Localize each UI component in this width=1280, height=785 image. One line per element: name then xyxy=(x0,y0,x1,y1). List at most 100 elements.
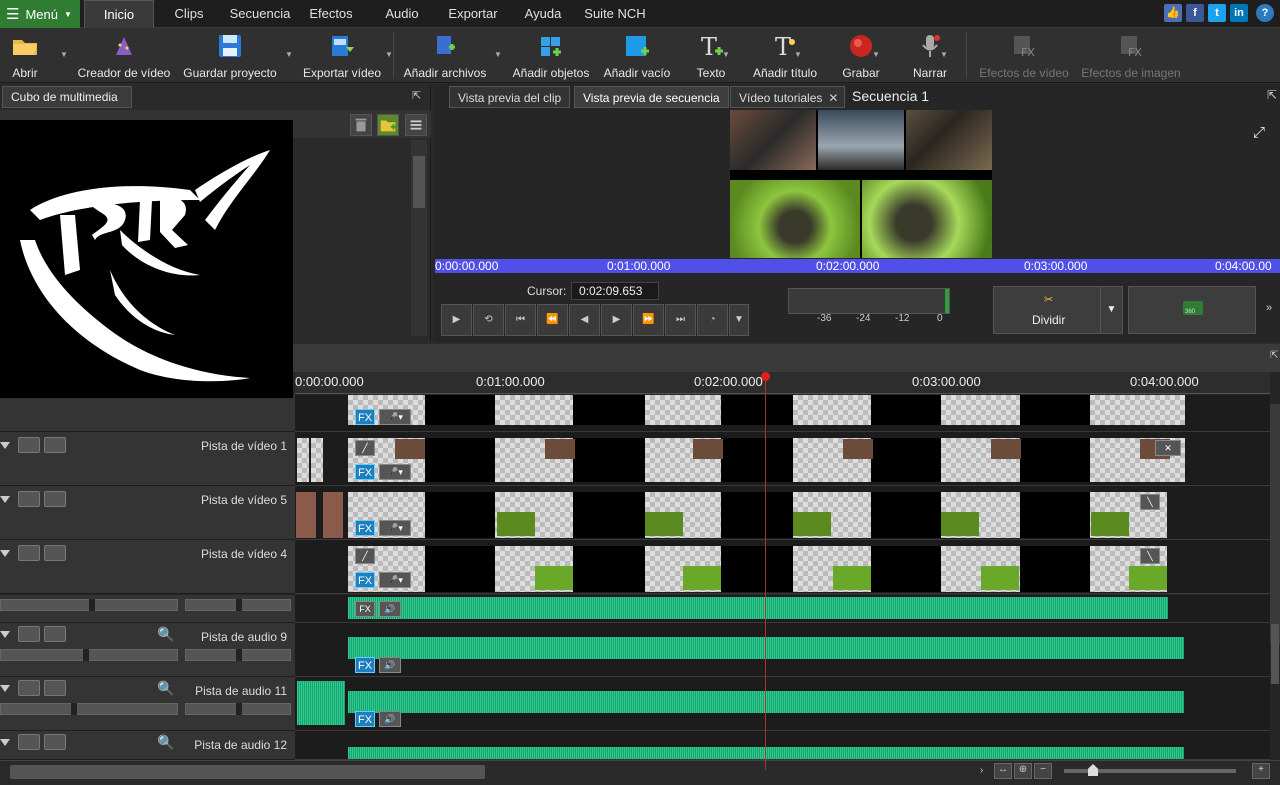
fit-icon[interactable]: ↔ xyxy=(994,763,1012,779)
chevron-down-icon[interactable]: ▼ xyxy=(60,50,68,59)
microphone-icon[interactable]: 🎤▾ xyxy=(379,520,411,536)
timeline-horizontal-scrollbar[interactable] xyxy=(10,765,485,779)
playhead-marker[interactable] xyxy=(761,372,770,381)
tab-ayuda[interactable]: Ayuda xyxy=(522,0,564,28)
track-options-icon[interactable] xyxy=(44,734,66,750)
track-options-icon[interactable] xyxy=(44,437,66,453)
split-button[interactable]: ✂ Dividir ▼ xyxy=(993,286,1123,334)
audio-waveform[interactable] xyxy=(348,597,1168,619)
volume-slider[interactable] xyxy=(0,703,178,715)
tab-suite-nch[interactable]: Suite NCH xyxy=(582,0,648,28)
360-view-button[interactable]: 360 xyxy=(1128,286,1256,334)
speaker-icon[interactable] xyxy=(18,626,40,642)
track-options-icon[interactable] xyxy=(44,545,66,561)
transition-cross-icon[interactable]: ✕ xyxy=(1155,440,1181,456)
audio-waveform[interactable] xyxy=(297,681,345,725)
speaker-icon[interactable]: 🔊 xyxy=(379,601,401,617)
fx-badge[interactable]: FX xyxy=(355,572,375,588)
step-back-icon[interactable]: ◀ xyxy=(569,304,600,336)
next-clip-icon[interactable]: ⏩ xyxy=(633,304,664,336)
cursor-time-field[interactable]: 0:02:09.653 xyxy=(571,282,659,300)
pin-icon[interactable]: ⇱ xyxy=(1270,350,1278,361)
timeline-vertical-scrollbar[interactable] xyxy=(1270,404,1280,684)
undock-icon[interactable]: ⇱ xyxy=(1267,88,1277,102)
microphone-icon[interactable]: 🎤▾ xyxy=(379,409,411,425)
fx-badge[interactable]: FX xyxy=(355,601,375,617)
audio-waveform[interactable] xyxy=(348,691,1184,713)
video-creator-button[interactable]: Creador de vídeo xyxy=(74,28,174,83)
fullscreen-icon[interactable]: ⤢ xyxy=(1253,124,1265,141)
add-files-button[interactable]: Añadir archivos xyxy=(398,28,492,83)
collapse-icon[interactable] xyxy=(0,496,10,503)
narrate-button[interactable]: Narrar xyxy=(904,28,956,83)
track-options-icon[interactable] xyxy=(44,626,66,642)
volume-slider[interactable] xyxy=(0,649,178,661)
video-clip[interactable] xyxy=(495,395,573,425)
transition-icon[interactable]: ╱ xyxy=(355,548,375,564)
track-options-icon[interactable] xyxy=(44,680,66,696)
chevron-down-icon[interactable]: ▼ xyxy=(722,50,730,59)
tab-secuencia[interactable]: Secuencia xyxy=(228,0,292,28)
speaker-icon[interactable]: 🔊 xyxy=(379,711,401,727)
transition-icon[interactable]: ╲ xyxy=(1140,494,1160,510)
tab-clip-preview[interactable]: Vista previa del clip xyxy=(449,86,571,108)
speed-icon[interactable]: ◔ xyxy=(697,304,728,336)
loop-icon[interactable]: ⟲ xyxy=(473,304,504,336)
audio-waveform[interactable] xyxy=(348,637,1184,659)
main-menu-button[interactable]: ☰ Menú ▼ xyxy=(0,0,80,28)
zoom-in-icon[interactable]: + xyxy=(1252,763,1270,779)
volume-slider[interactable] xyxy=(0,599,178,611)
microphone-icon[interactable]: 🎤▾ xyxy=(379,464,411,480)
chevron-down-icon[interactable]: ▼ xyxy=(729,304,749,336)
chevron-right-icon[interactable]: › xyxy=(980,765,983,776)
zoom-slider[interactable] xyxy=(1064,764,1236,776)
zoom-icon[interactable]: 🔍 xyxy=(157,734,174,751)
chevron-down-icon[interactable]: ▼ xyxy=(285,50,293,59)
tab-clips[interactable]: Clips xyxy=(168,0,210,28)
collapse-icon[interactable] xyxy=(0,550,10,557)
microphone-icon[interactable]: 🎤▾ xyxy=(379,572,411,588)
chevron-down-icon[interactable]: ▼ xyxy=(794,50,802,59)
chevron-down-icon[interactable]: ▼ xyxy=(494,50,502,59)
tab-sequence-preview[interactable]: Vista previa de secuencia xyxy=(574,86,729,108)
video-preview[interactable] xyxy=(730,110,992,258)
track-options-icon[interactable] xyxy=(44,491,66,507)
play-icon[interactable]: ▶ xyxy=(441,304,472,336)
clip-thumbnail[interactable] xyxy=(296,492,316,538)
add-blank-button[interactable]: Añadir vacío xyxy=(600,28,674,83)
facebook-icon[interactable]: f xyxy=(1186,4,1204,22)
twitter-icon[interactable]: t xyxy=(1208,4,1226,22)
skip-end-icon[interactable]: ⏭ xyxy=(665,304,696,336)
step-forward-icon[interactable]: ▶ xyxy=(601,304,632,336)
video-clip[interactable] xyxy=(793,395,871,425)
collapse-icon[interactable] xyxy=(0,685,10,692)
tab-exportar[interactable]: Exportar xyxy=(444,0,502,28)
transition-icon[interactable]: ╲ xyxy=(1140,548,1160,564)
fx-badge[interactable]: FX xyxy=(355,409,375,425)
list-view-icon[interactable] xyxy=(405,114,427,136)
media-scrollbar[interactable] xyxy=(411,140,427,336)
eye-icon[interactable] xyxy=(18,545,40,561)
chevron-down-icon[interactable]: ▼ xyxy=(1100,287,1122,333)
timeline-ruler[interactable]: 0:00:00.000 0:01:00.000 0:02:00.000 0:03… xyxy=(295,372,1270,394)
fx-badge[interactable]: FX xyxy=(355,464,375,480)
video-effects-button[interactable]: FX Efectos de vídeo xyxy=(974,28,1074,83)
collapse-icon[interactable] xyxy=(0,631,10,638)
chevron-down-icon[interactable]: ▼ xyxy=(385,50,393,59)
tab-audio[interactable]: Audio xyxy=(380,0,424,28)
tab-inicio[interactable]: Inicio xyxy=(84,0,154,28)
chevron-right-icon[interactable]: » xyxy=(1266,302,1272,314)
video-clip[interactable] xyxy=(297,438,309,482)
chevron-down-icon[interactable]: ▼ xyxy=(940,50,948,59)
delete-icon[interactable] xyxy=(350,114,372,136)
skip-start-icon[interactable]: ⏮ xyxy=(505,304,536,336)
seek-bar[interactable]: 0:00:00.000 0:01:00.000 0:02:00.000 0:03… xyxy=(435,259,1280,273)
media-thumbnail-logo[interactable] xyxy=(0,120,293,398)
tab-video-tutorials[interactable]: Vídeo tutoriales ✕ xyxy=(730,86,846,108)
audio-waveform[interactable] xyxy=(348,747,1184,759)
zoom-out-icon[interactable]: − xyxy=(1034,763,1052,779)
export-video-button[interactable]: Exportar vídeo xyxy=(300,28,384,83)
pan-slider[interactable] xyxy=(185,649,291,661)
transition-icon[interactable]: ╱ xyxy=(355,440,375,456)
open-button[interactable]: Abrir xyxy=(0,28,50,83)
